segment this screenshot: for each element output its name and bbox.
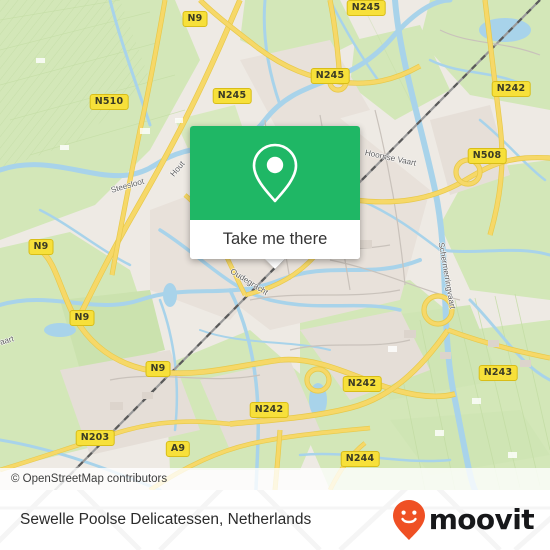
poi-card-header [190,126,360,220]
poi-popup-card[interactable]: Take me there [190,126,360,259]
road-shield: N510 [89,94,129,110]
place-title: Sewelle Poolse Delicatessen, Netherlands [20,490,311,550]
road-shield: N203 [75,430,115,446]
take-me-there-button[interactable]: Take me there [190,220,360,259]
moovit-brand-logo[interactable]: moovit [392,490,535,550]
moovit-smiley-pin-icon [392,500,425,540]
road-shield: N508 [467,148,507,164]
map-attribution[interactable]: © OpenStreetMap contributors [0,468,550,490]
road-shield: A9 [165,441,191,457]
map-canvas[interactable]: N9 N245 N510 N245 N245 N242 N508 N9 N9 N9 N242 N243… [0,0,550,490]
place-title-text: Sewelle Poolse Delicatessen, Netherlands [20,511,312,528]
road-shield: N242 [342,376,382,392]
road-shield: N9 [182,11,208,27]
road-shield: N244 [340,451,380,467]
road-shield: N9 [145,361,171,377]
road-shield: N245 [310,68,350,84]
page-footer: Sewelle Poolse Delicatessen, Netherlands… [0,490,550,550]
moovit-place-screenshot: N9 N245 N510 N245 N245 N242 N508 N9 N9 N9 N242 N243… [0,0,550,550]
road-shield: N242 [249,402,289,418]
moovit-wordmark: moovit [428,503,535,536]
attribution-text: © OpenStreetMap contributors [11,473,168,485]
take-me-there-label: Take me there [222,230,328,248]
road-shield: N9 [69,310,95,326]
road-shield: N9 [28,239,54,255]
road-shield: N242 [491,81,531,97]
map-pin-icon [252,143,298,203]
road-shield: N243 [478,365,518,381]
poi-card-pointer [264,258,286,269]
road-shield: N245 [346,0,386,16]
road-shield: N245 [212,88,252,104]
